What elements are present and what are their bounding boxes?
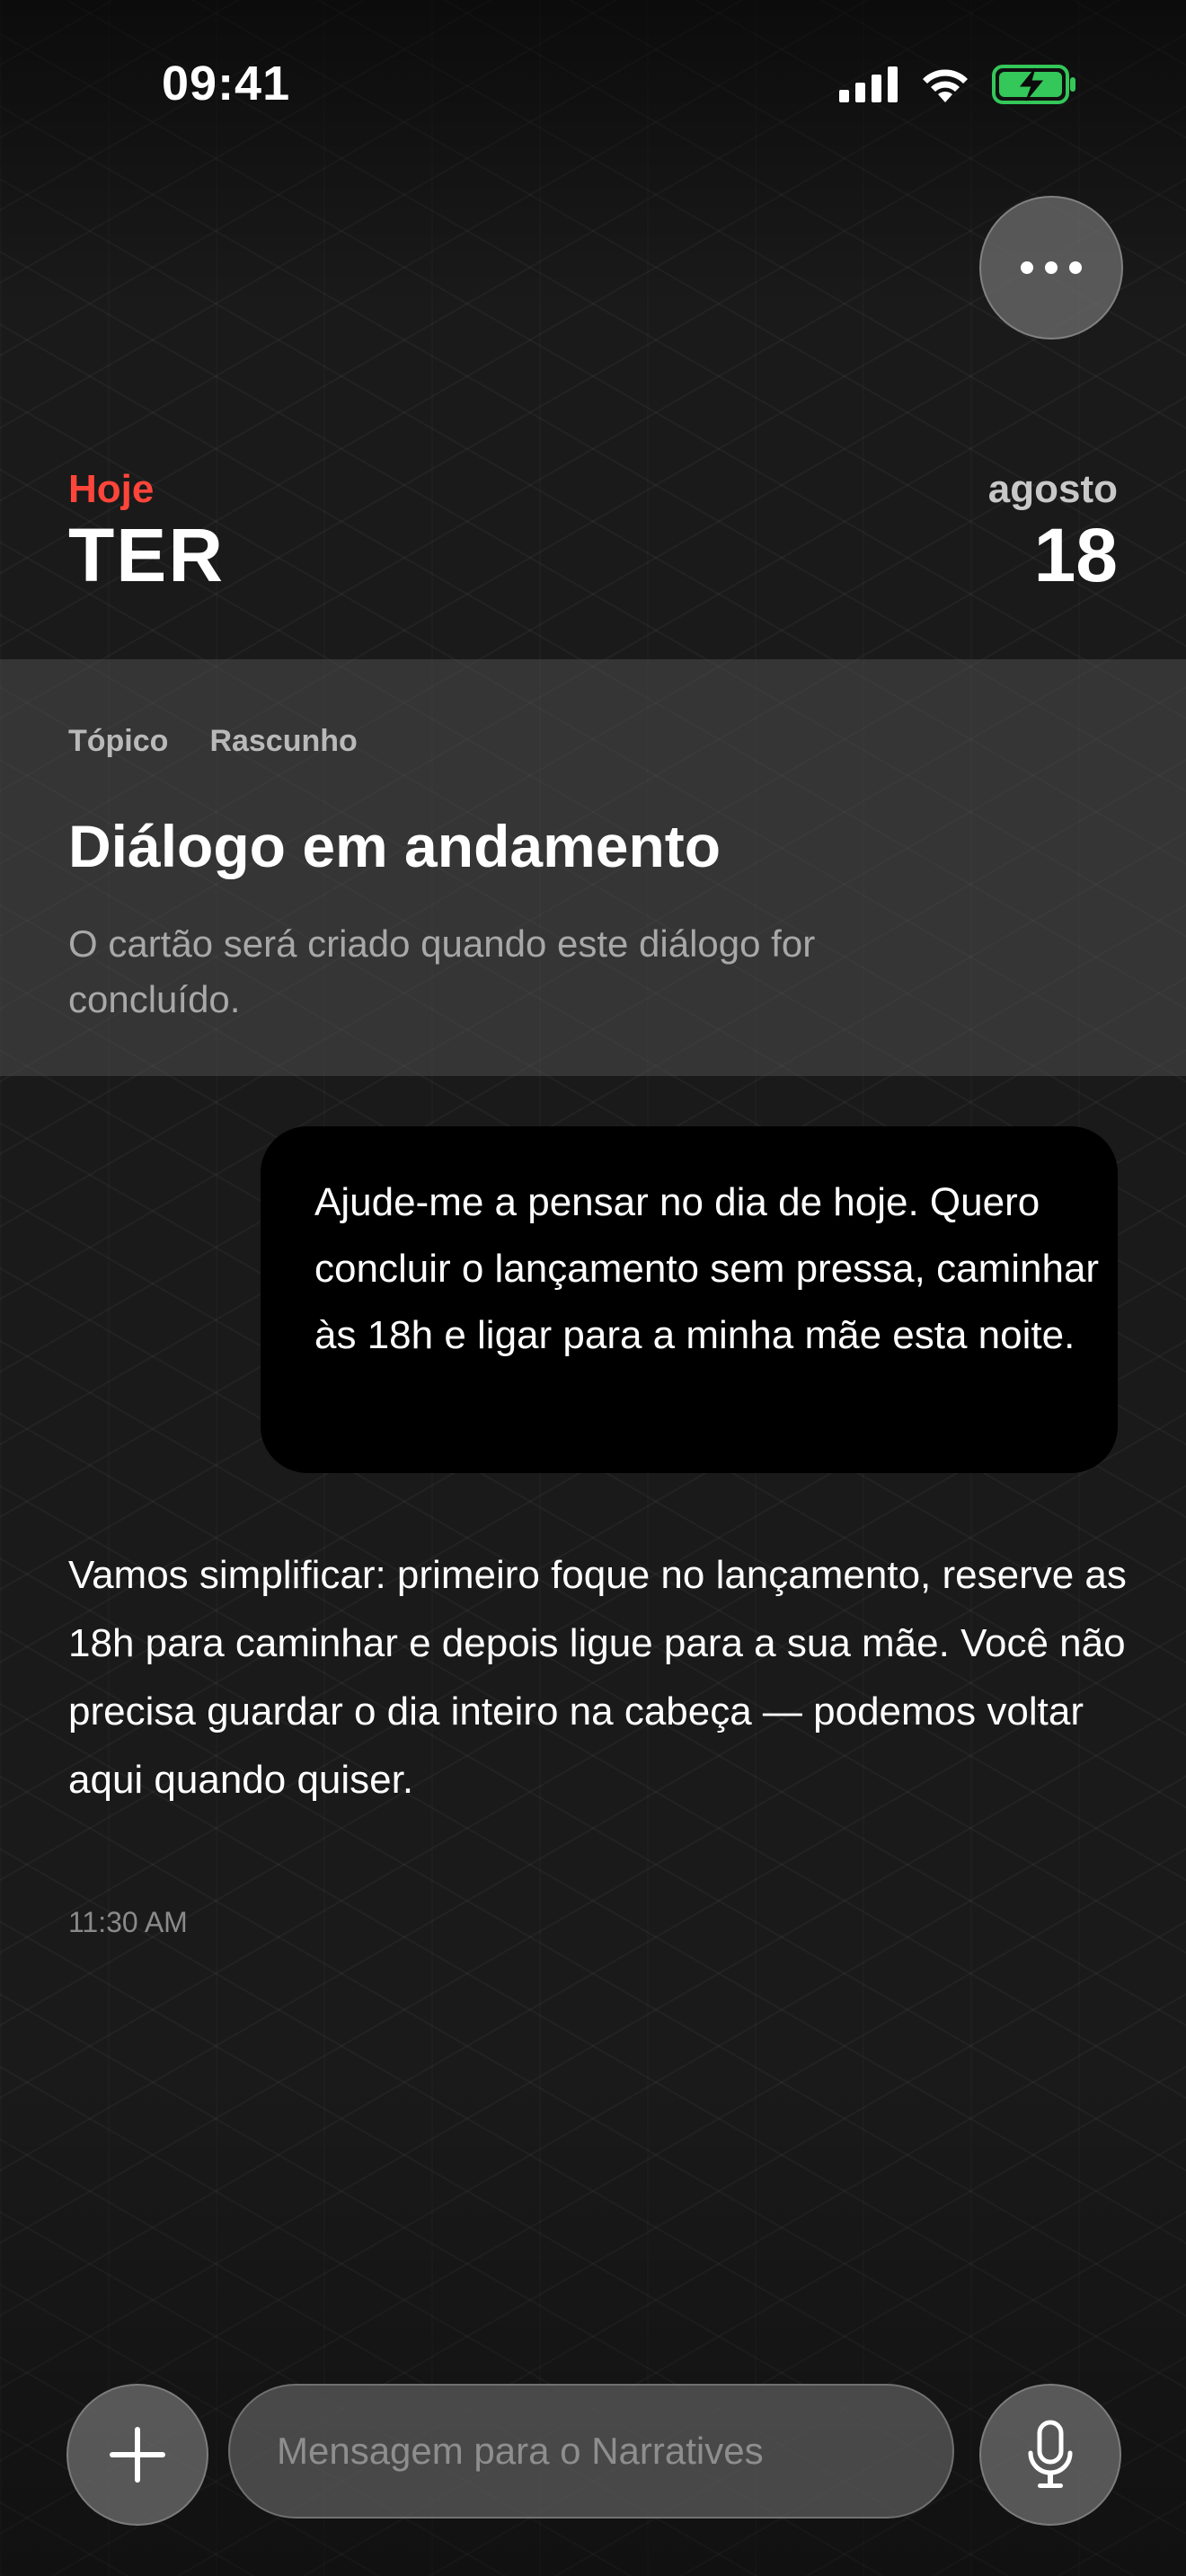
more-options-button[interactable] bbox=[979, 196, 1123, 340]
battery-charging-icon bbox=[992, 65, 1075, 104]
day-number: 18 bbox=[1033, 513, 1118, 597]
topic-title: Diálogo em andamento bbox=[68, 813, 721, 879]
topic-tags: Tópico Rascunho bbox=[68, 724, 358, 759]
weekday: TER bbox=[68, 513, 225, 597]
composer-bar: Mensagem para o Narratives bbox=[0, 2371, 1186, 2533]
today-label: Hoje bbox=[68, 467, 155, 511]
topic-description: O cartão será criado quando este diálogo… bbox=[68, 922, 816, 1020]
microphone-icon bbox=[1028, 2420, 1073, 2488]
status-icons bbox=[839, 65, 1076, 104]
user-message-text: Ajude-me a pensar no dia de hoje. Quero … bbox=[314, 1180, 1100, 1357]
status-bar: 09:41 bbox=[0, 0, 1186, 171]
tag-topic: Tópico bbox=[68, 724, 169, 758]
assistant-message-text: Vamos simplificar: primeiro foque no lan… bbox=[68, 1553, 1127, 1802]
message-input-placeholder: Mensagem para o Narratives bbox=[277, 2430, 764, 2472]
plus-icon bbox=[110, 2427, 165, 2483]
user-message-bubble: Ajude-me a pensar no dia de hoje. Quero … bbox=[261, 1126, 1118, 1473]
tag-draft: Rascunho bbox=[209, 724, 358, 758]
date-header: Hoje TER agosto 18 bbox=[68, 467, 1118, 629]
message-timestamp: 11:30 AM bbox=[68, 1906, 188, 1938]
add-button[interactable] bbox=[66, 2384, 208, 2526]
signal-icon bbox=[839, 66, 898, 102]
month: agosto bbox=[987, 467, 1118, 511]
message-input[interactable]: Mensagem para o Narratives bbox=[228, 2384, 954, 2519]
topic-card[interactable]: Tópico Rascunho Diálogo em andamento O c… bbox=[0, 659, 1186, 1076]
wifi-icon bbox=[923, 69, 968, 102]
status-time: 09:41 bbox=[162, 57, 291, 110]
microphone-button[interactable] bbox=[979, 2384, 1121, 2526]
ellipsis-icon bbox=[1021, 261, 1082, 274]
